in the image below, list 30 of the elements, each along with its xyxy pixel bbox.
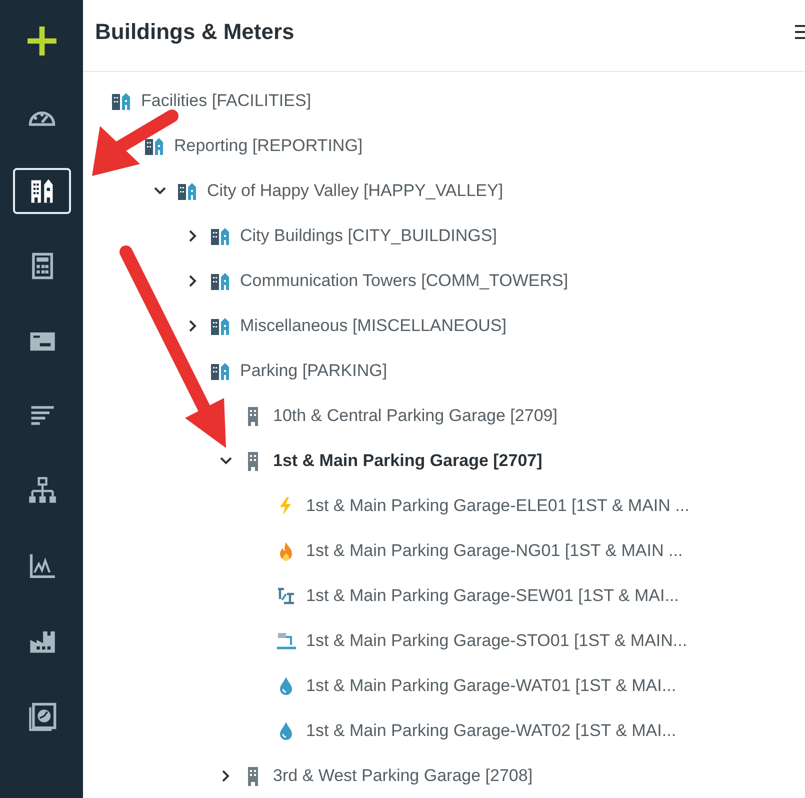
tree-item[interactable]: 1st & Main Parking Garage-WAT01 [1ST & MAI...: [306, 676, 676, 696]
tree-item[interactable]: Miscellaneous [MISCELLANEOUS]: [240, 316, 506, 336]
drain-icon: [276, 630, 296, 650]
buildings-icon: [210, 270, 230, 290]
tree-item[interactable]: 1st & Main Parking Garage-STO01 [1ST & MAIN...: [306, 630, 688, 650]
panel-title: Buildings & Meters: [95, 18, 294, 44]
pipe-icon: [276, 586, 296, 606]
tree-item[interactable]: 1st & Main Parking Garage-ELE01 [1ST & MAIN ...: [306, 496, 690, 516]
sidebar-button[interactable]: [12, 168, 70, 214]
tree-item[interactable]: 1st & Main Parking Garage-WAT02 [1ST & MAI...: [306, 720, 676, 740]
hierarchy-icon: [26, 476, 56, 506]
tree-item[interactable]: Parking [PARKING]: [240, 360, 388, 380]
tree-item[interactable]: 10th & Central Parking Garage [2709]: [273, 406, 558, 426]
tree-item[interactable]: Reporting [REPORTING]: [174, 136, 363, 156]
buildings-icon: [111, 90, 131, 110]
buildings-icon: [210, 226, 230, 246]
tree-item[interactable]: Facilities [FACILITIES]: [141, 90, 312, 110]
tree-item[interactable]: 1st & Main Parking Garage-NG01 [1ST & MAIN ...: [306, 540, 683, 560]
tree-item[interactable]: 3rd & West Parking Garage [2708]: [273, 766, 533, 786]
tree-item[interactable]: City of Happy Valley [HAPPY_VALLEY]: [207, 180, 504, 200]
tree-item[interactable]: 1st & Main Parking Garage [2707]: [273, 450, 542, 470]
buildings-icon: [144, 136, 164, 156]
tree-item[interactable]: 1st & Main Parking Garage-SEW01 [1ST & MAI...: [306, 586, 679, 606]
buildings-icon: [210, 316, 230, 336]
report-icon: [26, 701, 56, 731]
tree-item[interactable]: Communication Towers [COMM_TOWERS]: [240, 270, 568, 290]
buildings-icon: [177, 180, 197, 200]
add-icon: [26, 26, 56, 56]
buildings-icon: [210, 360, 230, 380]
tree-item[interactable]: City Buildings [CITY_BUILDINGS]: [240, 226, 497, 246]
